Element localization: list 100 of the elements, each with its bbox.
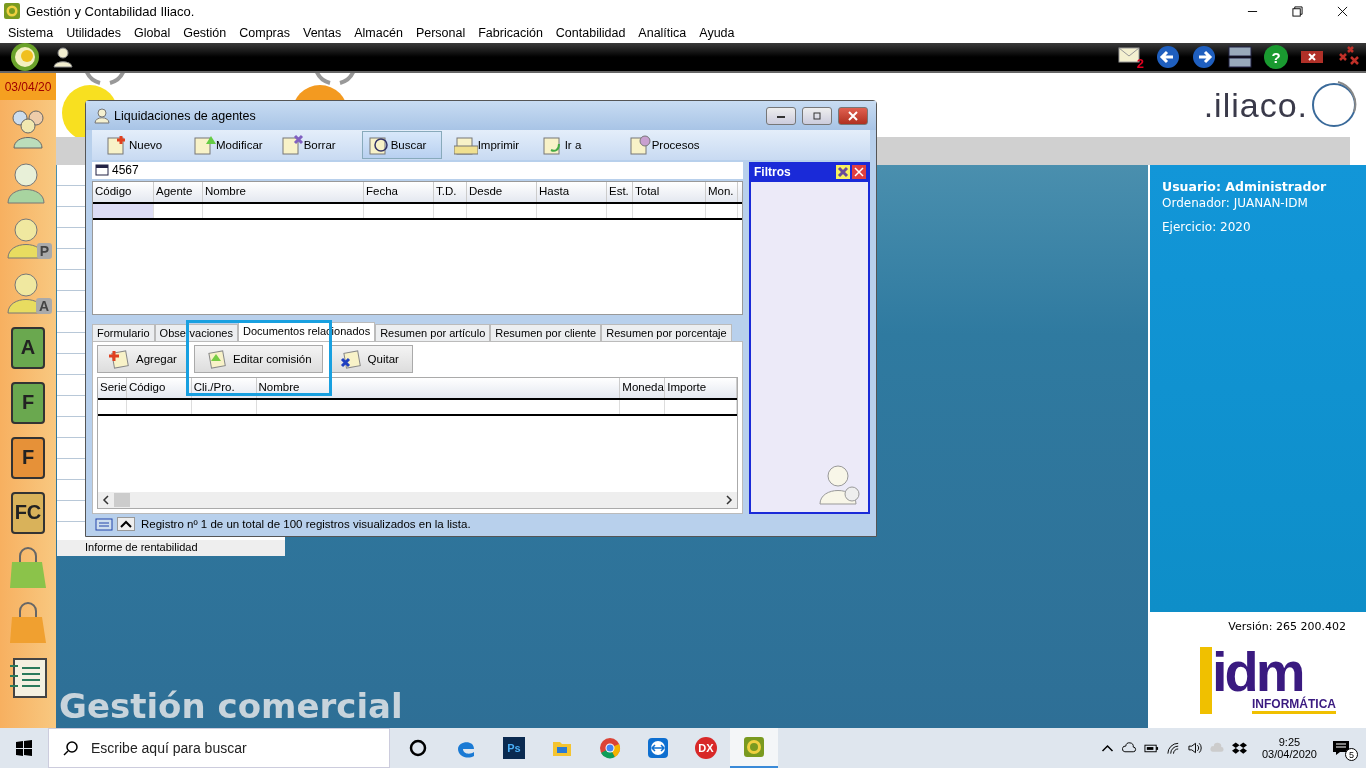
pin-icon[interactable] bbox=[836, 165, 850, 179]
column-header[interactable]: Moneda bbox=[622, 380, 664, 393]
window-title: Gestión y Contabilidad Iliaco. bbox=[26, 3, 195, 19]
tab[interactable]: Formulario bbox=[92, 323, 155, 341]
taskbar-app[interactable]: Ps bbox=[490, 728, 538, 768]
search-icon bbox=[63, 740, 79, 756]
module-title: Gestión comercial bbox=[59, 686, 404, 726]
menu-item[interactable]: Almacén bbox=[354, 25, 403, 40]
column-header[interactable]: Nombre bbox=[203, 181, 364, 202]
menu-item[interactable]: Fabricación bbox=[478, 25, 543, 40]
wifi-icon[interactable] bbox=[1165, 741, 1181, 755]
orb-icon[interactable] bbox=[10, 42, 40, 72]
letter-tile[interactable]: A bbox=[11, 326, 45, 369]
toolbar-button[interactable]: Ir a bbox=[535, 131, 616, 159]
chrome-icon bbox=[599, 737, 621, 759]
column-header[interactable]: Importe bbox=[667, 380, 707, 393]
close-button[interactable] bbox=[838, 106, 868, 125]
ps-app-icon: Ps bbox=[503, 737, 525, 759]
chevron-right-icon[interactable] bbox=[725, 495, 733, 505]
teamviewer-icon bbox=[647, 737, 669, 759]
column-header[interactable]: T.D. bbox=[434, 181, 467, 202]
date-label: 03/04/20 bbox=[0, 73, 56, 100]
user-icon[interactable] bbox=[52, 45, 76, 69]
menu-item[interactable]: Contabilidad bbox=[555, 25, 626, 40]
company-subtitle: INFORMÁTICA bbox=[1252, 697, 1336, 714]
horizontal-scrollbar[interactable] bbox=[98, 492, 737, 508]
user-label: Usuario: Administrador bbox=[1162, 179, 1328, 194]
scroll-thumb[interactable] bbox=[114, 493, 130, 507]
grid-icon[interactable] bbox=[95, 164, 109, 177]
column-header[interactable]: Est. bbox=[607, 181, 633, 202]
filters-title: Filtros bbox=[754, 165, 791, 179]
column-header[interactable]: Desde bbox=[467, 181, 537, 202]
column-header[interactable]: Nombre bbox=[258, 380, 300, 393]
company-logo: idm bbox=[1212, 647, 1303, 697]
user-icon bbox=[94, 107, 110, 124]
letter-badge: P bbox=[36, 243, 52, 259]
close-icon[interactable] bbox=[1337, 5, 1348, 17]
version-label: Versión: 265 200.402 bbox=[1228, 620, 1346, 633]
menu-item[interactable]: Compras bbox=[239, 25, 290, 40]
brand-logo: .iliaco. bbox=[1203, 85, 1308, 125]
column-header[interactable]: Mon. bbox=[706, 181, 738, 202]
column-header[interactable]: Total bbox=[633, 181, 706, 202]
dropbox-icon[interactable] bbox=[1231, 741, 1247, 755]
windows-start-icon[interactable] bbox=[16, 740, 32, 756]
action-button[interactable]: Editar comisión bbox=[193, 344, 323, 373]
letter-badge: A bbox=[35, 298, 52, 314]
toolbar-button[interactable]: Procesos bbox=[622, 131, 705, 159]
letter-tile[interactable]: F bbox=[11, 381, 45, 424]
user-search-icon bbox=[818, 462, 862, 506]
toolbar-button[interactable]: Nuevo bbox=[100, 131, 180, 159]
column-header[interactable]: Código bbox=[128, 380, 166, 393]
column-header[interactable]: Hasta bbox=[537, 181, 607, 202]
close-icon bbox=[848, 110, 858, 121]
action-button[interactable]: Agregar bbox=[97, 344, 188, 373]
letter-tile[interactable]: FC bbox=[11, 491, 45, 534]
column-header[interactable]: Cli./Pro. bbox=[193, 380, 235, 393]
clock-time[interactable]: 9:25 bbox=[1278, 736, 1301, 748]
speaker-icon[interactable] bbox=[1187, 741, 1203, 755]
maximize-button[interactable] bbox=[802, 106, 832, 125]
menu-item[interactable]: Utilidades bbox=[66, 25, 122, 40]
column-header[interactable]: Agente bbox=[154, 181, 203, 202]
toolbar-button[interactable]: Borrar bbox=[274, 131, 355, 159]
dx-app-icon: DX bbox=[695, 737, 717, 759]
menu-item[interactable]: Analítica bbox=[638, 25, 687, 40]
toolbar-button[interactable]: Imprimir bbox=[448, 131, 529, 159]
clock-date[interactable]: 03/04/2020 bbox=[1261, 748, 1317, 760]
letter-tile[interactable]: F bbox=[11, 436, 45, 479]
caret-up-icon[interactable] bbox=[117, 516, 135, 531]
tile-windows-icon[interactable] bbox=[1228, 45, 1252, 69]
toolbar-button[interactable]: Buscar bbox=[361, 131, 442, 159]
search-field[interactable]: Escribe aquí para buscar bbox=[48, 728, 390, 768]
minimize-button[interactable] bbox=[766, 106, 796, 125]
column-header[interactable]: Código bbox=[93, 181, 154, 202]
chevron-left-icon[interactable] bbox=[102, 495, 110, 505]
menu-item[interactable]: Ayuda bbox=[699, 25, 735, 40]
column-header[interactable]: Serie bbox=[100, 380, 126, 393]
taskbar-app[interactable]: DX bbox=[682, 728, 730, 768]
menu-item[interactable]: Ventas bbox=[303, 25, 342, 40]
menu-item[interactable]: Gestión bbox=[183, 25, 227, 40]
menu-item[interactable]: Global bbox=[134, 25, 171, 40]
circle-icon bbox=[407, 737, 429, 759]
tab[interactable]: Resumen por cliente bbox=[490, 323, 602, 341]
computer-label: Ordenador: JUANAN-IDM bbox=[1162, 196, 1309, 210]
cloud-icon[interactable] bbox=[1121, 741, 1137, 755]
tab[interactable]: Resumen por artículo bbox=[375, 323, 491, 341]
status-text: Registro nº 1 de un total de 100 registros visualizados en la lista. bbox=[141, 517, 471, 530]
menu-item[interactable]: Sistema bbox=[8, 25, 54, 40]
notification-count: 5 bbox=[1345, 748, 1358, 761]
tab[interactable]: Resumen por porcentaje bbox=[601, 323, 732, 341]
iliaco-app-icon bbox=[743, 736, 765, 758]
code-field[interactable]: 4567 bbox=[112, 163, 172, 178]
menu-item[interactable]: Personal bbox=[415, 25, 466, 40]
toolbar-button[interactable]: Modificar bbox=[187, 131, 268, 159]
year-label: Ejercicio: 2020 bbox=[1162, 220, 1252, 234]
list-item[interactable]: Informe de rentabilidad bbox=[57, 540, 285, 556]
restore-icon[interactable] bbox=[1292, 5, 1303, 17]
dialog-title: Liquidaciones de agentes bbox=[114, 108, 256, 123]
column-header[interactable]: Fecha bbox=[364, 181, 434, 202]
help-button[interactable]: ? bbox=[1264, 45, 1288, 69]
notification-icon[interactable] bbox=[1332, 740, 1350, 756]
